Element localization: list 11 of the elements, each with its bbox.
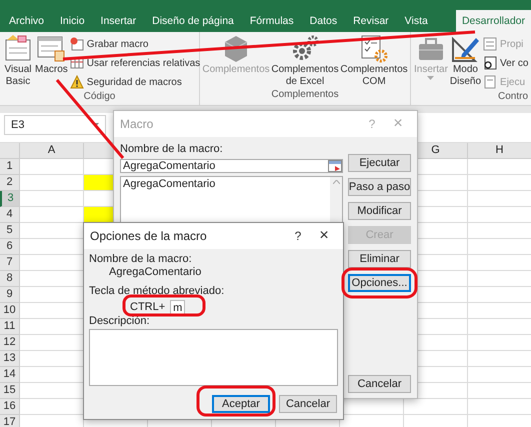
dialog-title: Macro — [120, 117, 154, 131]
dialog-title: Opciones de la macro — [90, 229, 208, 243]
field-label: Nombre de la macro: — [89, 253, 193, 266]
group-label: Complementos — [270, 89, 340, 102]
field-label: Nombre de la macro: — [120, 143, 224, 156]
macro-name: AgregaComentario — [108, 266, 202, 279]
shortcut-prefix: CTRL+ — [130, 301, 166, 314]
group-label: Contro — [496, 91, 528, 104]
field-label: Tecla de método abreviado: — [89, 285, 226, 298]
field-label: Descripción: — [89, 315, 151, 328]
group-label: Código — [82, 91, 116, 104]
